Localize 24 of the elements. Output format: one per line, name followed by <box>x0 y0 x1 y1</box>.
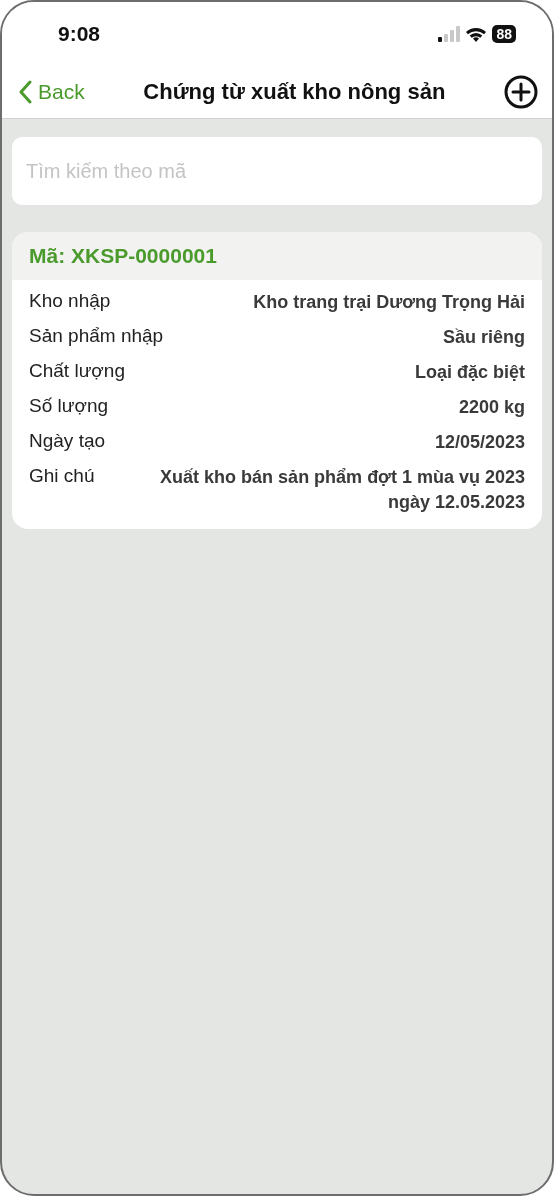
field-value: 2200 kg <box>458 396 525 419</box>
chevron-left-icon <box>18 80 32 104</box>
page-title: Chứng từ xuất kho nông sản <box>142 79 447 105</box>
field-value: 12/05/2023 <box>434 431 525 454</box>
wifi-icon <box>466 26 487 42</box>
field-label: Sản phẩm nhập <box>29 325 164 348</box>
field-label: Ngày tạo <box>29 430 106 453</box>
field-value: Sầu riêng <box>442 326 525 349</box>
field-label: Ghi chú <box>29 465 95 488</box>
signal-icon <box>438 26 461 42</box>
record-card[interactable] <box>12 232 542 529</box>
record-code: Mã: XKSP-0000001 <box>12 232 542 280</box>
add-icon <box>504 75 538 109</box>
battery-indicator: 88 <box>492 25 516 43</box>
search-field[interactable]: Tìm kiếm theo mã <box>12 137 542 205</box>
back-button[interactable]: Back <box>18 80 85 104</box>
field-value: Kho trang trại Dương Trọng Hải <box>253 291 525 314</box>
field-label: Kho nhập <box>29 290 111 313</box>
field-value: Xuất kho bán sản phẩm đợt 1 mùa vụ 2023 ngày 12.05.2023 <box>159 466 525 514</box>
field-value: Loại đặc biệt <box>414 361 525 384</box>
field-label: Chất lượng <box>29 360 125 383</box>
add-button[interactable] <box>504 75 538 109</box>
status-time: 9:08 <box>58 22 101 46</box>
field-label: Số lượng <box>29 395 109 418</box>
